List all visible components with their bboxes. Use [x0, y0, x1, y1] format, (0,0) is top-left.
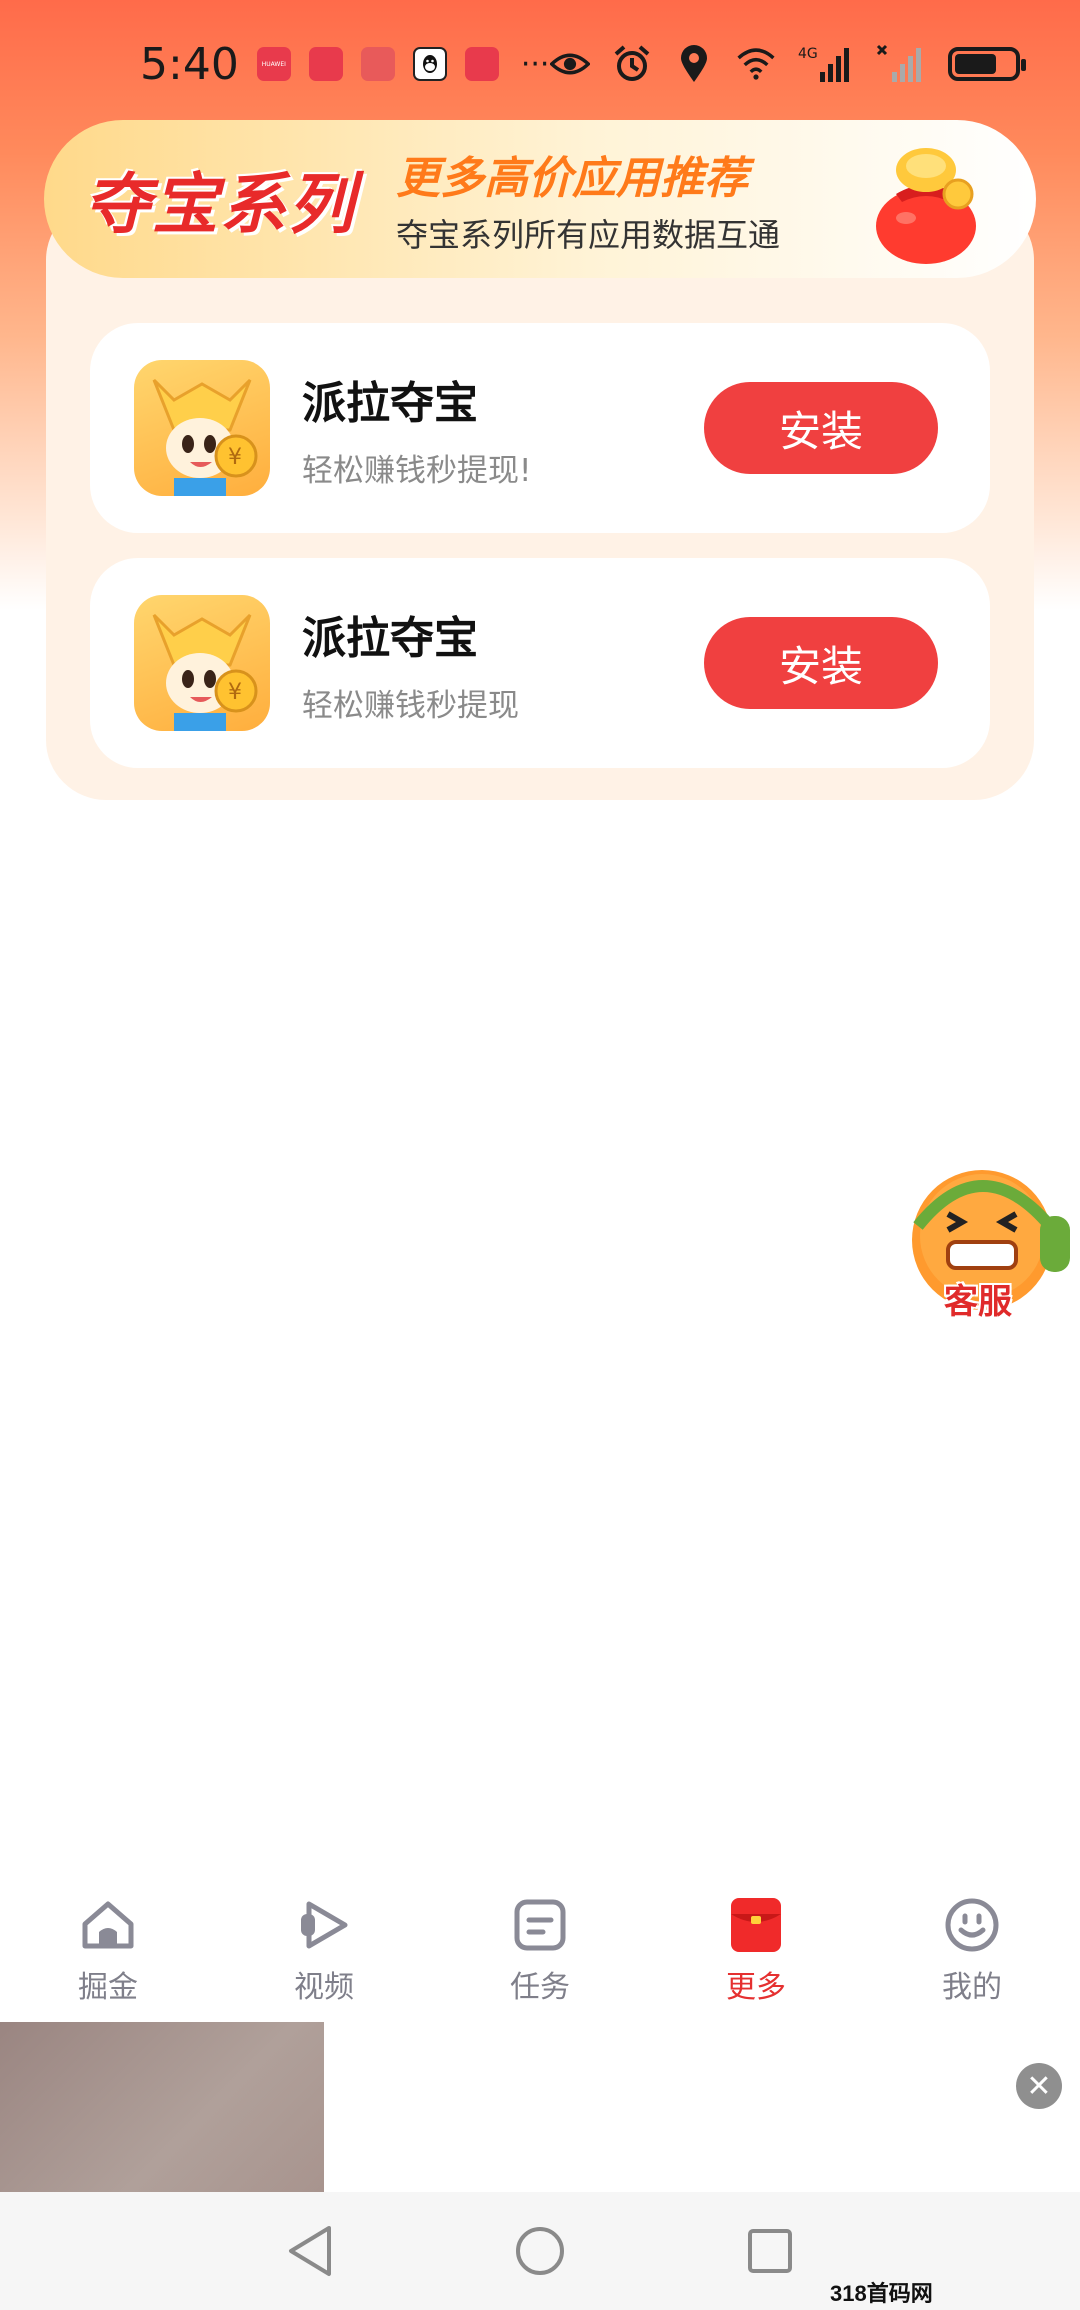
customer-service-label: 客服: [944, 1282, 1012, 1322]
paila-duobao-app-icon: ¥: [134, 360, 270, 496]
location-icon: [674, 44, 714, 84]
qq-notification-icon: [412, 47, 447, 81]
tab-video[interactable]: 视频: [234, 1872, 414, 2022]
customer-service-float-button[interactable]: 客服: [900, 1156, 1080, 1336]
tab-more[interactable]: 更多: [666, 1872, 846, 2022]
app-card-text: 派拉夺宝 轻松赚钱秒提现: [302, 602, 704, 725]
tab-label: 更多: [726, 1970, 786, 2005]
red-envelope-icon: [731, 1898, 781, 1952]
tab-task[interactable]: 任务: [450, 1872, 630, 2022]
ad-banner[interactable]: ✕: [0, 2022, 1080, 2192]
svg-text:4G: 4G: [798, 46, 818, 62]
cellular-signal-icon: 4G: [798, 44, 854, 84]
app-description: 轻松赚钱秒提现!: [302, 452, 532, 489]
app-card[interactable]: ¥ 派拉夺宝 轻松赚钱秒提现 安装: [90, 558, 990, 768]
banner-subtitle: 更多高价应用推荐: [396, 153, 748, 204]
app-name: 派拉夺宝: [302, 377, 478, 429]
banner-texts: 更多高价应用推荐 夺宝系列所有应用数据互通: [396, 142, 780, 256]
bottom-tab-bar: 掘金 视频 任务 更多 我的: [0, 1872, 1080, 2022]
svg-text:¥: ¥: [228, 445, 242, 470]
no-signal-icon: [876, 44, 926, 84]
eye-icon: [550, 44, 590, 84]
home-circle-icon[interactable]: [510, 2221, 570, 2281]
tab-profile[interactable]: 我的: [882, 1872, 1062, 2022]
huawei-appgallery-notification-icon: [308, 47, 343, 81]
ad-image[interactable]: [0, 2022, 324, 2192]
home-icon: [82, 1901, 134, 1949]
app-card[interactable]: ¥ 派拉夺宝 轻松赚钱秒提现! 安装: [90, 323, 990, 533]
treasure-series-banner[interactable]: 夺宝系列 更多高价应用推荐 夺宝系列所有应用数据互通: [44, 120, 1036, 278]
recents-icon[interactable]: [740, 2221, 800, 2281]
tab-label: 任务: [510, 1970, 570, 2005]
install-button[interactable]: 安装: [704, 382, 938, 474]
more-notifications-icon: ···: [520, 46, 550, 82]
banner-description: 夺宝系列所有应用数据互通: [396, 216, 781, 254]
tab-label: 视频: [294, 1970, 354, 2005]
tab-label: 掘金: [78, 1970, 138, 2005]
status-indicators: 4G: [550, 44, 1026, 84]
tab-home[interactable]: 掘金: [18, 1872, 198, 2022]
huawei-appgallery-notification-icon: [464, 47, 499, 81]
back-icon[interactable]: [280, 2221, 340, 2281]
ad-close-icon[interactable]: ✕: [1016, 2063, 1062, 2109]
status-bar: 5:40 HUAWEI ··· 4G: [0, 0, 1080, 128]
lucky-bag-icon: [866, 136, 986, 266]
watermark: 318首码网 www.e318.com: [830, 2281, 987, 2310]
app-description: 轻松赚钱秒提现: [302, 687, 519, 724]
task-icon: [514, 1899, 566, 1951]
wifi-icon: [736, 44, 776, 84]
paila-duobao-app-icon: ¥: [134, 595, 270, 731]
alarm-icon: [612, 44, 652, 84]
app-name: 派拉夺宝: [302, 612, 478, 664]
huawei-appgallery-notification-icon: HUAWEI: [256, 47, 291, 81]
video-play-icon: [301, 1901, 348, 1949]
smiley-profile-icon: [945, 1898, 999, 1952]
status-time: 5:40: [140, 38, 239, 90]
book-notification-icon: [360, 47, 395, 81]
battery-icon: [948, 47, 1026, 81]
banner-title: 夺宝系列: [84, 165, 356, 243]
svg-text:¥: ¥: [228, 680, 242, 705]
install-button[interactable]: 安装: [704, 617, 938, 709]
tab-label: 我的: [942, 1970, 1002, 2005]
app-card-text: 派拉夺宝 轻松赚钱秒提现!: [302, 367, 704, 490]
